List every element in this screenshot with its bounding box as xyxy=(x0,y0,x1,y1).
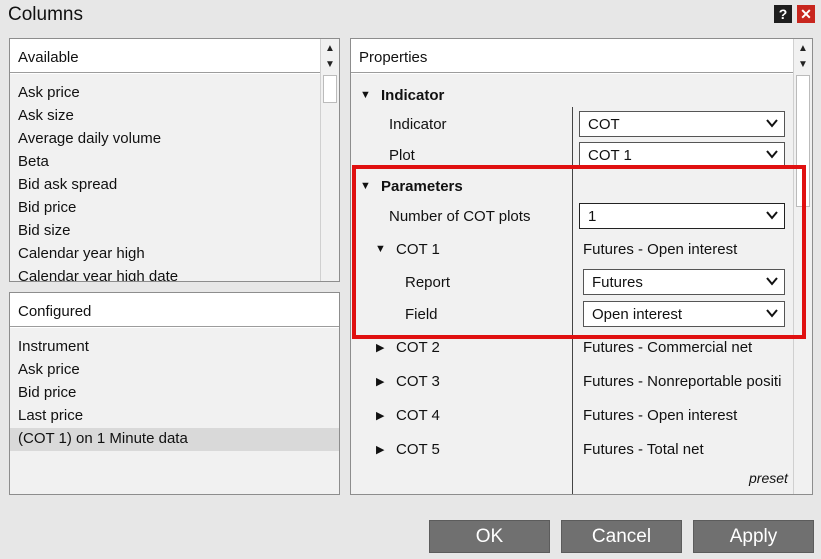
configured-panel: Configured Instrument Ask price Bid pric… xyxy=(9,292,340,495)
available-scrollbar[interactable]: ▲ ▼ xyxy=(320,39,339,281)
list-item[interactable]: Average daily volume xyxy=(18,130,161,147)
cot-row-label[interactable]: COT 2 xyxy=(396,339,440,356)
list-item[interactable]: Bid price xyxy=(18,199,76,216)
list-item[interactable]: Bid size xyxy=(18,222,71,239)
available-header: Available xyxy=(10,39,339,73)
list-item[interactable]: Ask price xyxy=(18,361,80,378)
configured-list: Instrument Ask price Bid price Last pric… xyxy=(10,328,339,494)
expand-arrow-icon[interactable]: ▶ xyxy=(376,409,384,422)
help-button[interactable]: ? xyxy=(774,5,792,23)
list-item[interactable]: Calendar year high xyxy=(18,245,145,262)
scroll-up-icon[interactable]: ▲ xyxy=(794,40,812,57)
window-title: Columns xyxy=(8,4,83,25)
plot-label: Plot xyxy=(389,147,415,164)
ok-button[interactable]: OK xyxy=(429,520,550,553)
cot-row-label[interactable]: COT 4 xyxy=(396,407,440,424)
cot-row-label[interactable]: COT 3 xyxy=(396,373,440,390)
chevron-down-icon xyxy=(766,150,778,159)
scroll-down-icon[interactable]: ▼ xyxy=(794,56,812,73)
indicator-select[interactable]: COT xyxy=(579,111,785,137)
list-item[interactable]: Ask size xyxy=(18,107,74,124)
expand-arrow-icon[interactable]: ▶ xyxy=(376,375,384,388)
cancel-button[interactable]: Cancel xyxy=(561,520,682,553)
plot-value: COT 1 xyxy=(588,147,632,164)
list-item-selected[interactable]: (COT 1) on 1 Minute data xyxy=(18,430,188,447)
indicator-section[interactable]: Indicator xyxy=(381,87,444,104)
list-item[interactable]: Bid price xyxy=(18,384,76,401)
scroll-down-icon[interactable]: ▼ xyxy=(321,56,339,73)
properties-header: Properties xyxy=(351,39,794,73)
indicator-value: COT xyxy=(588,116,620,133)
list-item[interactable]: Bid ask spread xyxy=(18,176,117,193)
available-list: Ask price Ask size Average daily volume … xyxy=(10,74,321,281)
cot-row-value: Futures - Nonreportable positi xyxy=(583,373,782,390)
list-item[interactable]: Instrument xyxy=(18,338,89,355)
cot-row-label[interactable]: COT 5 xyxy=(396,441,440,458)
list-item[interactable]: Last price xyxy=(18,407,83,424)
list-item[interactable]: Ask price xyxy=(18,84,80,101)
available-panel: Available Ask price Ask size Average dai… xyxy=(9,38,340,282)
highlight-box xyxy=(352,165,806,339)
indicator-label: Indicator xyxy=(389,116,447,133)
scroll-up-icon[interactable]: ▲ xyxy=(321,40,339,57)
expand-arrow-icon[interactable]: ▶ xyxy=(376,341,384,354)
close-button[interactable]: ✕ xyxy=(797,5,815,23)
configured-header: Configured xyxy=(10,293,339,327)
list-item[interactable]: Beta xyxy=(18,153,49,170)
expand-arrow-icon[interactable]: ▶ xyxy=(376,443,384,456)
cot-row-value: Futures - Total net xyxy=(583,441,704,458)
collapse-arrow-icon[interactable]: ▼ xyxy=(360,89,371,101)
preset-link[interactable]: preset xyxy=(749,470,788,486)
list-item[interactable]: Calendar year high date xyxy=(18,268,178,281)
scroll-thumb[interactable] xyxy=(323,75,337,103)
cot-row-value: Futures - Open interest xyxy=(583,407,738,424)
chevron-down-icon xyxy=(766,119,778,128)
cot-row-value: Futures - Commercial net xyxy=(583,339,753,356)
apply-button[interactable]: Apply xyxy=(693,520,814,553)
